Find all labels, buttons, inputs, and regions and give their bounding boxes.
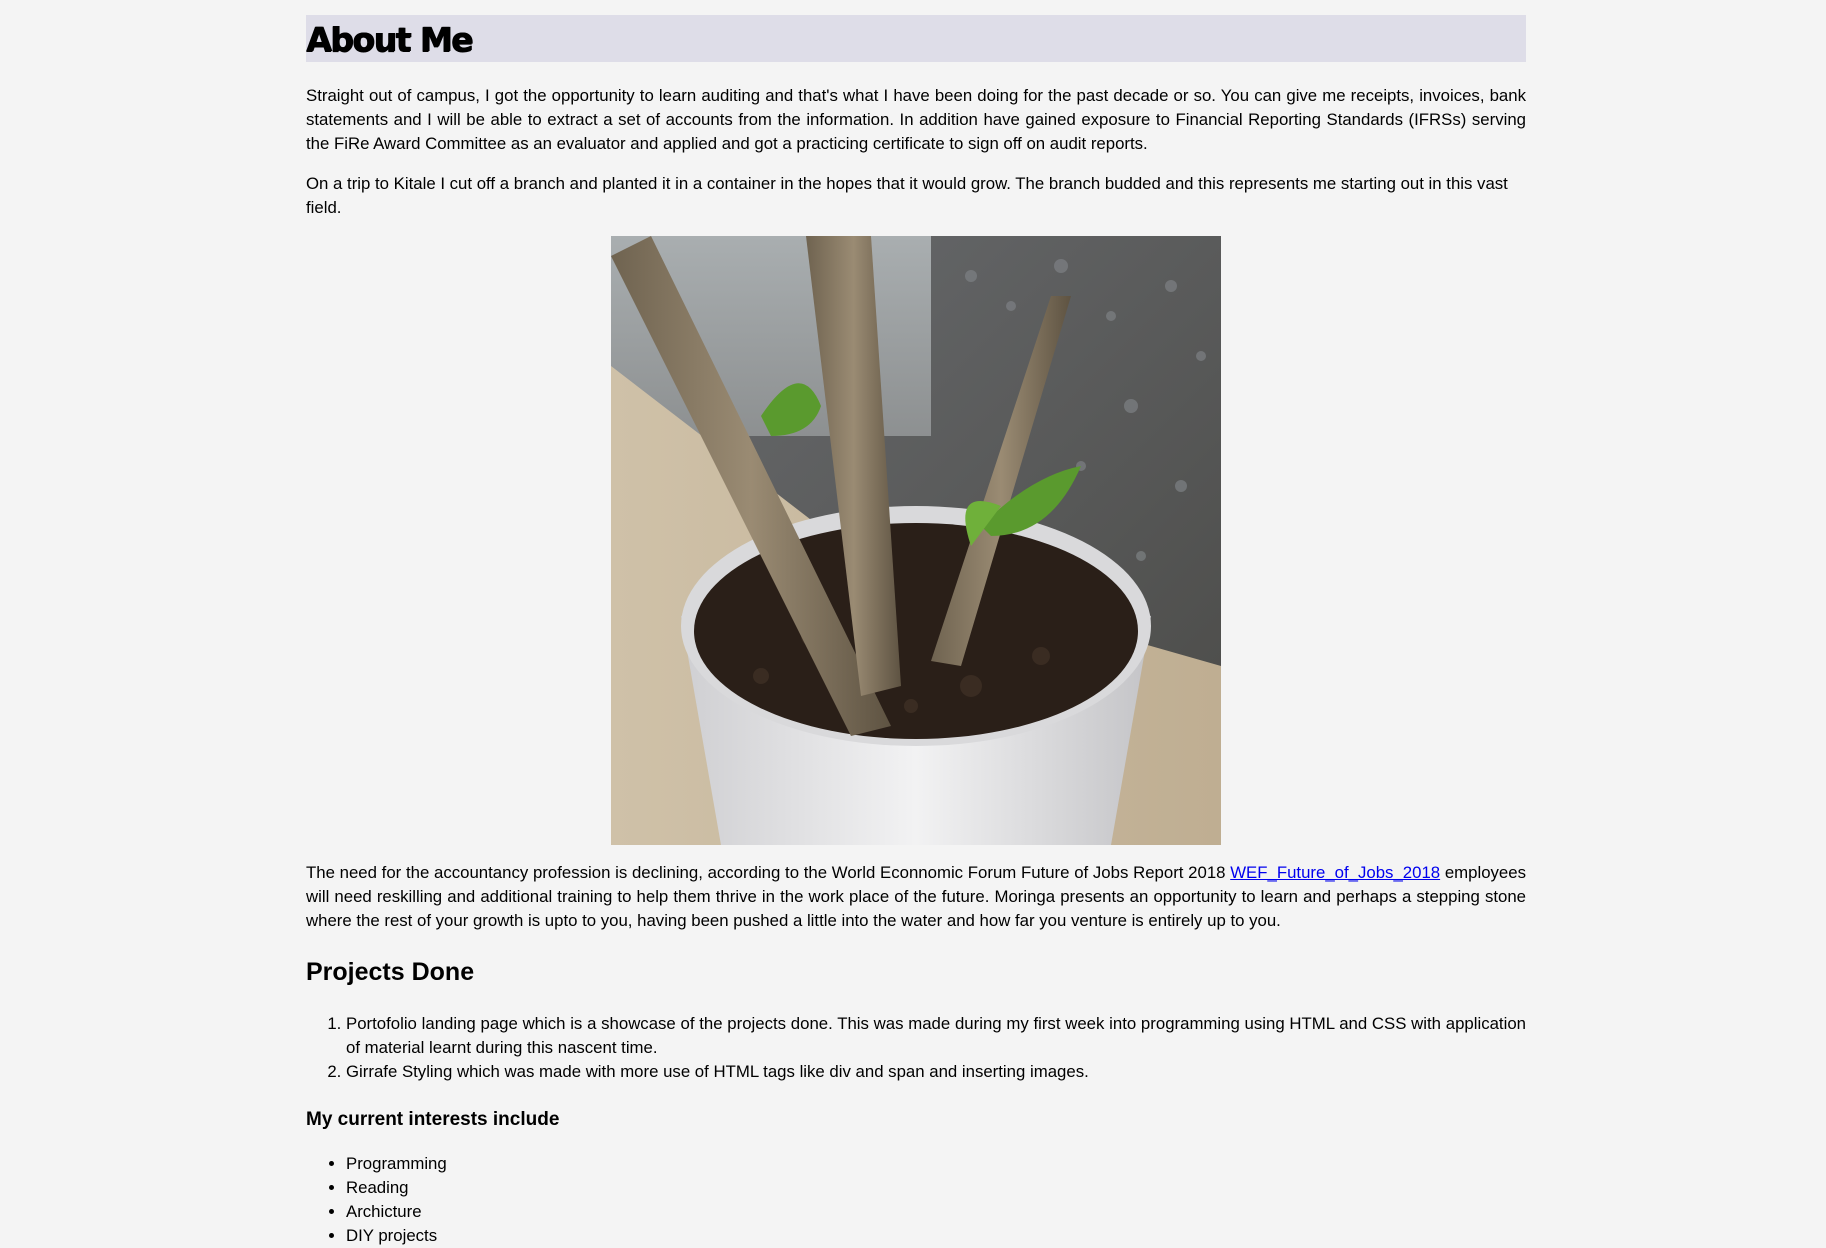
interests-list: Programming Reading Archicture DIY proje… bbox=[306, 1152, 1526, 1248]
list-item: Portofolio landing page which is a showc… bbox=[346, 1012, 1526, 1060]
photo-container bbox=[306, 236, 1526, 845]
projects-list: Portofolio landing page which is a showc… bbox=[306, 1012, 1526, 1084]
intro-paragraph: Straight out of campus, I got the opport… bbox=[306, 86, 1526, 153]
future-text-before: The need for the accountancy profession … bbox=[306, 863, 1231, 882]
future-paragraph: The need for the accountancy profession … bbox=[306, 861, 1526, 933]
list-item: Archicture bbox=[346, 1200, 1526, 1224]
wef-report-link[interactable]: WEF_Future_of_Jobs_2018 bbox=[1230, 863, 1440, 882]
page-content: About Me Straight out of campus, I got t… bbox=[306, 15, 1526, 1248]
projects-heading: Projects Done bbox=[306, 958, 475, 986]
list-item: Programming bbox=[346, 1152, 1526, 1176]
list-item: DIY projects bbox=[346, 1224, 1526, 1248]
potted-branch-photo bbox=[611, 236, 1221, 845]
interests-heading: My current interests include bbox=[306, 1109, 560, 1130]
list-item: Girrafe Styling which was made with more… bbox=[346, 1060, 1526, 1084]
list-item: Reading bbox=[346, 1176, 1526, 1200]
kitale-paragraph: On a trip to Kitale I cut off a branch a… bbox=[306, 174, 1508, 217]
about-heading: About Me bbox=[306, 15, 1526, 62]
